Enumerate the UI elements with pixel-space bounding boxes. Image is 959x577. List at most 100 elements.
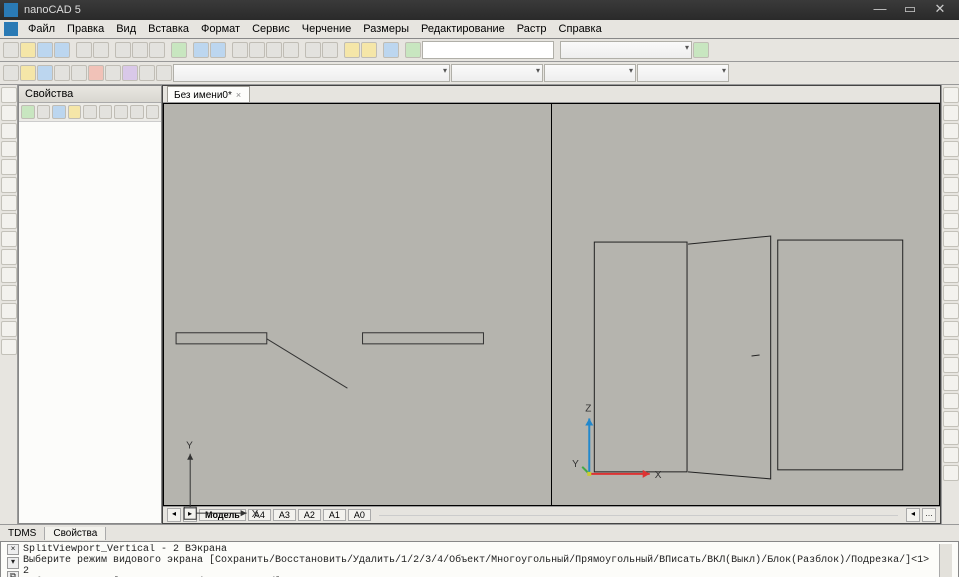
layer-prev-icon[interactable] bbox=[122, 65, 138, 81]
document-tab-close-icon[interactable]: × bbox=[236, 90, 241, 100]
viewport-left[interactable]: X Y bbox=[163, 103, 552, 506]
props-pick-icon[interactable] bbox=[68, 105, 82, 119]
props-add-icon[interactable] bbox=[21, 105, 35, 119]
hatch-icon[interactable] bbox=[1, 231, 17, 247]
go-icon[interactable] bbox=[693, 42, 709, 58]
block-icon[interactable] bbox=[1, 267, 17, 283]
close-button[interactable]: ✕ bbox=[925, 2, 955, 18]
menu-dimensions[interactable]: Размеры bbox=[357, 22, 415, 36]
table-icon[interactable] bbox=[1, 321, 17, 337]
menu-draw[interactable]: Черчение bbox=[296, 22, 358, 36]
layer-lock-icon[interactable] bbox=[54, 65, 70, 81]
open-icon[interactable] bbox=[20, 42, 36, 58]
menu-edit[interactable]: Правка bbox=[61, 22, 110, 36]
polyline-icon[interactable] bbox=[1, 105, 17, 121]
props-select-icon[interactable] bbox=[52, 105, 66, 119]
save-icon[interactable] bbox=[37, 42, 53, 58]
document-tab-active[interactable]: Без имени0* × bbox=[167, 86, 250, 102]
array-icon[interactable] bbox=[943, 195, 959, 211]
mirror-icon[interactable] bbox=[943, 159, 959, 175]
zoom-window-icon[interactable] bbox=[249, 42, 265, 58]
color-dropdown[interactable] bbox=[451, 64, 543, 82]
zoom-prev-icon[interactable] bbox=[283, 42, 299, 58]
print-preview-icon[interactable] bbox=[93, 42, 109, 58]
options-icon[interactable] bbox=[322, 42, 338, 58]
menu-insert[interactable]: Вставка bbox=[142, 22, 195, 36]
props-prev-icon[interactable] bbox=[99, 105, 113, 119]
layer-iso-icon[interactable] bbox=[156, 65, 172, 81]
command-line[interactable]: × ▾ ⧉ SplitViewport_Vertical - 2 ВЭкрана… bbox=[0, 541, 959, 577]
matchprop-icon[interactable] bbox=[171, 42, 187, 58]
rectangle-icon[interactable] bbox=[1, 159, 17, 175]
tab-tdms[interactable]: TDMS bbox=[0, 527, 45, 540]
arc-icon[interactable] bbox=[1, 141, 17, 157]
lineweight-dropdown[interactable] bbox=[637, 64, 729, 82]
menu-raster[interactable]: Растр bbox=[511, 22, 553, 36]
layer-lt-icon[interactable] bbox=[105, 65, 121, 81]
props-opts-icon[interactable] bbox=[146, 105, 160, 119]
props-next-icon[interactable] bbox=[114, 105, 128, 119]
break-icon[interactable] bbox=[943, 285, 959, 301]
app-menu-icon[interactable] bbox=[4, 22, 18, 36]
erase-icon[interactable] bbox=[943, 87, 959, 103]
circle-icon[interactable] bbox=[1, 123, 17, 139]
layer-freeze-icon[interactable] bbox=[37, 65, 53, 81]
viewport-right[interactable]: X Z Y bbox=[552, 103, 940, 506]
pedit-icon[interactable] bbox=[943, 411, 959, 427]
props-toggle-icon[interactable] bbox=[37, 105, 51, 119]
trim-icon[interactable] bbox=[943, 249, 959, 265]
point-icon[interactable] bbox=[1, 249, 17, 265]
scale-icon[interactable] bbox=[943, 213, 959, 229]
menu-tools[interactable]: Сервис bbox=[246, 22, 296, 36]
spline-icon[interactable] bbox=[1, 213, 17, 229]
lengthen-icon[interactable] bbox=[943, 393, 959, 409]
menu-view[interactable]: Вид bbox=[110, 22, 142, 36]
cmd-clear-icon[interactable]: × bbox=[7, 544, 19, 555]
ellipse-icon[interactable] bbox=[1, 195, 17, 211]
extend-icon[interactable] bbox=[943, 267, 959, 283]
linetype-dropdown[interactable] bbox=[544, 64, 636, 82]
menu-help[interactable]: Справка bbox=[553, 22, 608, 36]
props-more-icon[interactable] bbox=[130, 105, 144, 119]
layer-color-icon[interactable] bbox=[71, 65, 87, 81]
join-icon[interactable] bbox=[943, 303, 959, 319]
help-icon[interactable] bbox=[383, 42, 399, 58]
chamfer-icon[interactable] bbox=[943, 339, 959, 355]
stretch-icon[interactable] bbox=[943, 231, 959, 247]
layer-state-icon[interactable] bbox=[139, 65, 155, 81]
divide-icon[interactable] bbox=[943, 429, 959, 445]
cut-icon[interactable] bbox=[115, 42, 131, 58]
menu-format[interactable]: Формат bbox=[195, 22, 246, 36]
rotate-icon[interactable] bbox=[943, 141, 959, 157]
undo-icon[interactable] bbox=[193, 42, 209, 58]
polygon-icon[interactable] bbox=[1, 177, 17, 193]
menu-file[interactable]: Файл bbox=[22, 22, 61, 36]
maximize-button[interactable]: ▭ bbox=[895, 2, 925, 18]
minimize-button[interactable]: — bbox=[865, 2, 895, 18]
layers-icon[interactable] bbox=[3, 65, 19, 81]
layer-dropdown[interactable] bbox=[173, 64, 450, 82]
move-icon[interactable] bbox=[943, 105, 959, 121]
cmd-history-icon[interactable]: ▾ bbox=[7, 557, 19, 568]
line-icon[interactable] bbox=[1, 87, 17, 103]
props-filter-icon[interactable] bbox=[83, 105, 97, 119]
redo-icon[interactable] bbox=[210, 42, 226, 58]
menu-modify[interactable]: Редактирование bbox=[415, 22, 511, 36]
copy-icon[interactable] bbox=[132, 42, 148, 58]
new-icon[interactable] bbox=[3, 42, 19, 58]
search-icon[interactable] bbox=[405, 42, 421, 58]
explode-icon[interactable] bbox=[943, 357, 959, 373]
distance-icon[interactable] bbox=[361, 42, 377, 58]
cmd-scrollbar[interactable] bbox=[939, 544, 952, 577]
tab-props-bottom[interactable]: Свойства bbox=[45, 527, 106, 540]
copy2-icon[interactable] bbox=[943, 123, 959, 139]
regen-icon[interactable] bbox=[305, 42, 321, 58]
fillet-icon[interactable] bbox=[943, 321, 959, 337]
align-icon[interactable] bbox=[943, 375, 959, 391]
region-icon[interactable] bbox=[1, 339, 17, 355]
zoom-extents-icon[interactable] bbox=[266, 42, 282, 58]
mtext-icon[interactable] bbox=[1, 303, 17, 319]
layer-on-icon[interactable] bbox=[20, 65, 36, 81]
pan-icon[interactable] bbox=[232, 42, 248, 58]
text-icon[interactable] bbox=[1, 285, 17, 301]
